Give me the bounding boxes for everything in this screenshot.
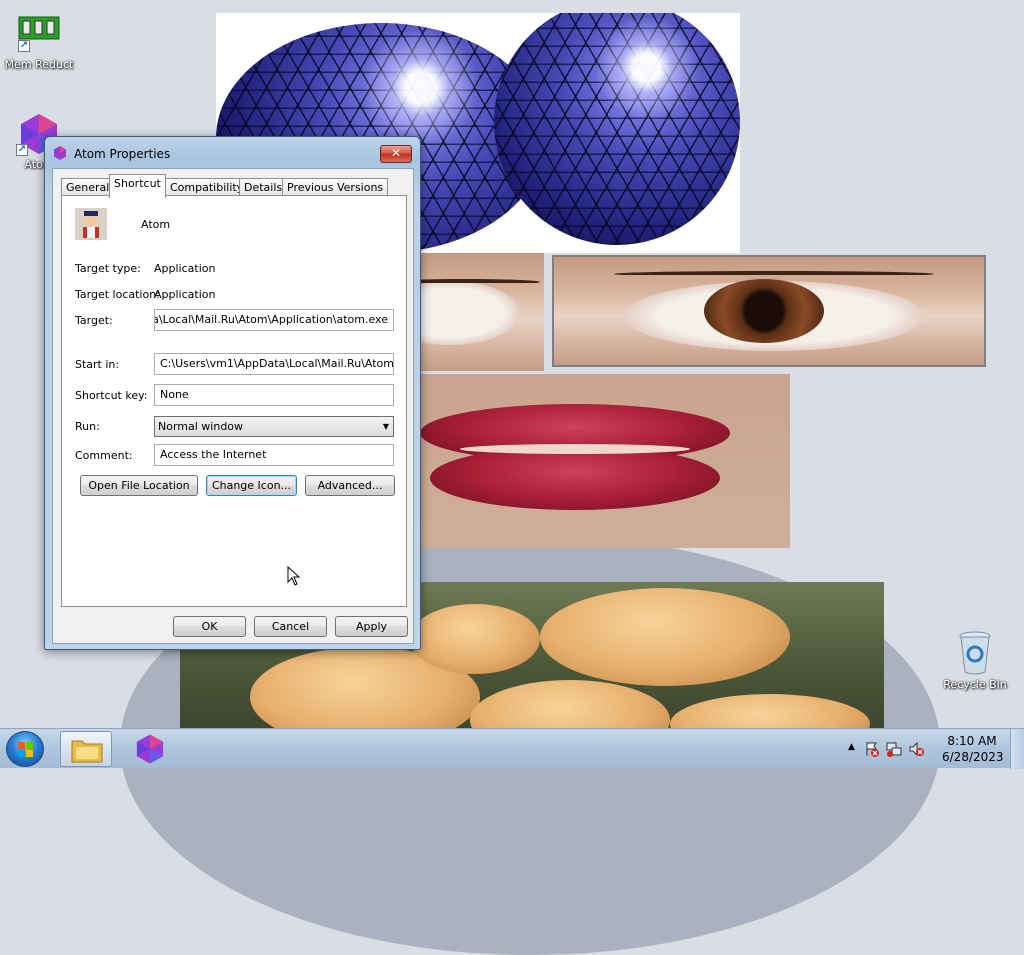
- network-icon[interactable]: [886, 741, 902, 757]
- run-select[interactable]: Normal window ▼: [154, 416, 394, 437]
- target-type-value: Application: [154, 262, 216, 275]
- shortcut-key-label: Shortcut key:: [75, 389, 148, 402]
- dialog-title: Atom Properties: [74, 147, 171, 161]
- atom-hexagon-icon: [54, 146, 66, 160]
- desktop-icon-recycle-bin[interactable]: Recycle Bin: [936, 630, 1014, 691]
- dialog-titlebar[interactable]: Atom Properties ✕: [45, 137, 420, 167]
- windows-flag-icon: [18, 750, 25, 757]
- wallpaper-eye-photo: [420, 253, 544, 371]
- mouse-cursor-icon: [287, 566, 301, 586]
- recycle-bin-icon: [959, 631, 991, 675]
- desktop-icon-mem-reduct[interactable]: ↗ Mem Reduct: [0, 14, 78, 71]
- divider: [74, 341, 394, 342]
- action-center-flag-icon[interactable]: [864, 741, 880, 757]
- start-in-input[interactable]: C:\Users\vm1\AppData\Local\Mail.Ru\Atom\…: [154, 353, 394, 375]
- taskbar-atom-button[interactable]: [124, 731, 176, 767]
- atom-hexagon-icon: [136, 734, 164, 764]
- open-file-location-button[interactable]: Open File Location: [80, 475, 198, 496]
- windows-flag-icon: [26, 742, 33, 749]
- change-icon-button[interactable]: Change Icon...: [206, 475, 297, 496]
- wallpaper-eye-photo-right: [552, 255, 986, 367]
- shortcut-arrow-icon: ↗: [18, 40, 30, 52]
- target-input-text: C:\Users\vm1\AppData\Local\Mail.Ru\Atom\…: [155, 313, 388, 326]
- app-name: Atom: [141, 218, 171, 231]
- start-in-label: Start in:: [75, 358, 120, 371]
- run-label: Run:: [75, 420, 100, 433]
- tab-shortcut[interactable]: Shortcut: [109, 174, 166, 198]
- system-tray: ▲ 8:10 AM 6/28/2023: [834, 729, 1024, 769]
- shortcut-tab-page: Atom Target type: Application Target loc…: [61, 195, 407, 607]
- ok-button[interactable]: OK: [173, 616, 246, 637]
- shortcut-arrow-icon: ↗: [16, 144, 28, 156]
- divider: [74, 248, 394, 249]
- desktop-icon-label: Recycle Bin: [943, 678, 1007, 691]
- desktop-icon-label: Mem Reduct: [4, 58, 74, 71]
- cancel-button[interactable]: Cancel: [254, 616, 327, 637]
- tray-overflow-icon[interactable]: ▲: [848, 742, 855, 752]
- shortcut-key-input[interactable]: None: [154, 384, 394, 406]
- windows-flag-icon: [26, 750, 33, 757]
- memory-chip-icon: [18, 16, 60, 40]
- dialog-body: General Shortcut Compatibility Details P…: [52, 168, 414, 644]
- advanced-button[interactable]: Advanced...: [305, 475, 395, 496]
- target-type-label: Target type:: [75, 262, 141, 275]
- clock-time: 8:10 AM: [947, 734, 997, 748]
- comment-label: Comment:: [75, 449, 133, 462]
- app-icon: [75, 208, 107, 240]
- close-button[interactable]: ✕: [380, 145, 412, 163]
- windows-flag-icon: [18, 742, 25, 749]
- volume-muted-icon[interactable]: [908, 741, 924, 757]
- start-button[interactable]: [6, 731, 44, 767]
- target-location-value: Application: [154, 288, 216, 301]
- taskbar: ▲ 8:10 AM 6/28/2023: [0, 728, 1024, 769]
- comment-input[interactable]: Access the Internet: [154, 444, 394, 466]
- atom-properties-dialog: Atom Properties ✕ General Shortcut Compa…: [44, 136, 421, 650]
- chevron-down-icon: ▼: [382, 422, 389, 431]
- taskbar-explorer-button[interactable]: [60, 731, 112, 767]
- target-location-label: Target location:: [75, 288, 160, 301]
- show-desktop-button[interactable]: [1010, 729, 1024, 769]
- run-select-value: Normal window: [158, 420, 244, 433]
- target-input[interactable]: C:\Users\vm1\AppData\Local\Mail.Ru\Atom\…: [154, 309, 394, 331]
- folder-icon: [71, 740, 103, 763]
- wallpaper-lips-photo: [420, 374, 790, 548]
- apply-button[interactable]: Apply: [335, 616, 408, 637]
- target-label: Target:: [75, 314, 113, 327]
- taskbar-clock[interactable]: 8:10 AM 6/28/2023: [942, 733, 1004, 765]
- clock-date: 6/28/2023: [942, 750, 1004, 764]
